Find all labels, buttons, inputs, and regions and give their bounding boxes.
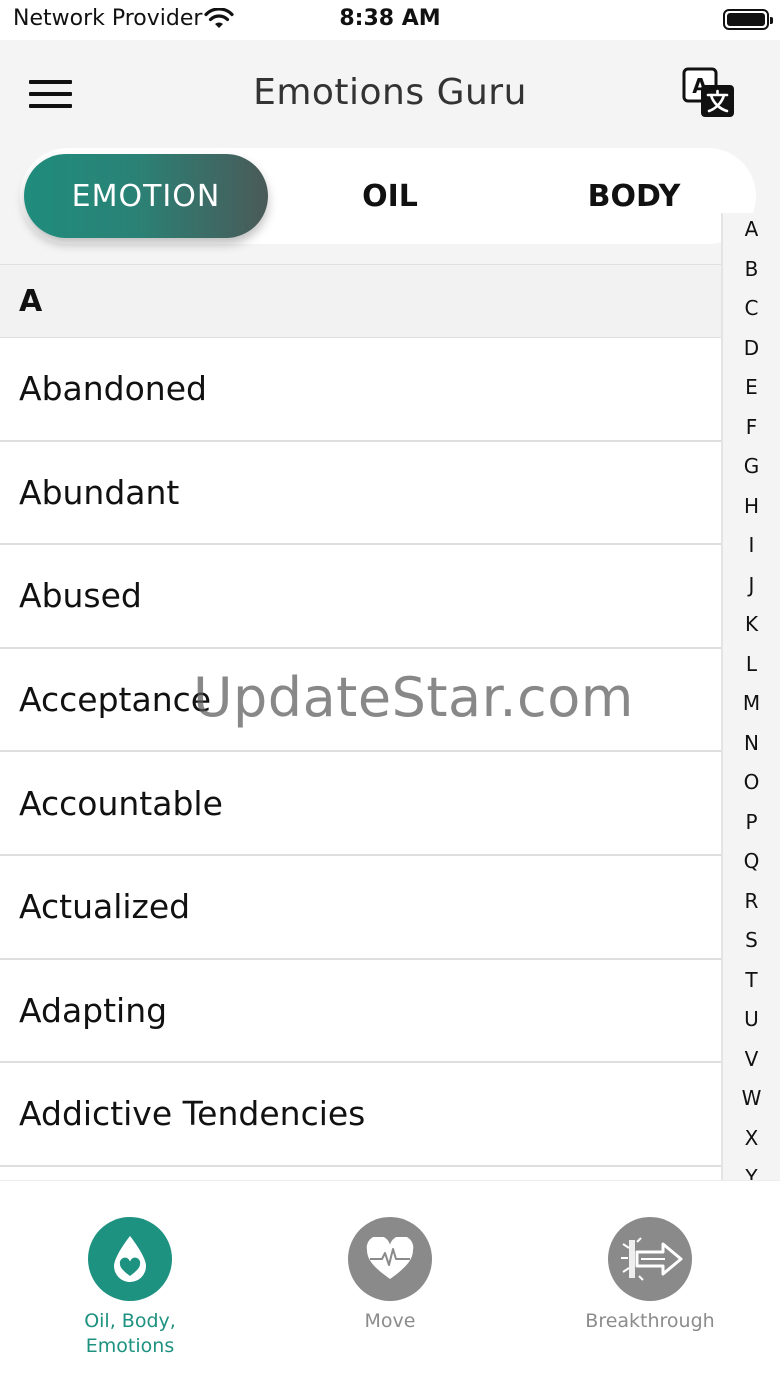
index-letter-f[interactable]: F	[723, 415, 780, 439]
tab-body[interactable]: BODY	[512, 154, 756, 238]
tab-breakthrough[interactable]: Breakthrough	[520, 1181, 780, 1387]
index-letter-d[interactable]: D	[723, 336, 780, 360]
heart-pulse-icon	[348, 1217, 432, 1301]
index-letter-l[interactable]: L	[723, 652, 780, 676]
emotion-list[interactable]: A Abandoned Abundant Abused Acceptance A…	[0, 264, 721, 1180]
index-letter-t[interactable]: T	[723, 968, 780, 992]
status-time: 8:38 AM	[339, 6, 441, 31]
status-bar: Network Provider 8:38 AM	[0, 0, 780, 40]
oil-drop-heart-icon	[88, 1217, 172, 1301]
index-letter-k[interactable]: K	[723, 612, 780, 636]
list-item[interactable]: Abandoned	[0, 338, 721, 442]
index-letter-h[interactable]: H	[723, 494, 780, 518]
index-letter-i[interactable]: I	[723, 533, 780, 557]
tab-label: Move	[364, 1310, 416, 1332]
list-item[interactable]: Accountable	[0, 752, 721, 856]
tab-label-line1: Oil, Body,	[84, 1310, 176, 1332]
index-letter-y[interactable]: Y	[723, 1165, 780, 1180]
section-header: A	[0, 264, 721, 338]
alphabet-index[interactable]: ABCDEFGHIJKLMNOPQRSTUVWXY	[721, 213, 780, 1180]
breakthrough-arrow-icon	[608, 1217, 692, 1301]
list-item[interactable]: Addictive Tendencies	[0, 1063, 721, 1167]
list-item[interactable]: Actualized	[0, 856, 721, 960]
index-letter-u[interactable]: U	[723, 1007, 780, 1031]
app-header: Emotions Guru A EMOTION OIL BODY	[0, 40, 780, 264]
translate-icon[interactable]: A	[682, 67, 736, 119]
tab-move[interactable]: Move	[260, 1181, 520, 1387]
index-letter-a[interactable]: A	[723, 217, 780, 241]
index-letter-g[interactable]: G	[723, 454, 780, 478]
index-letter-v[interactable]: V	[723, 1047, 780, 1071]
list-item[interactable]: Adapting	[0, 960, 721, 1064]
index-letter-x[interactable]: X	[723, 1126, 780, 1150]
bottom-tab-bar: Oil, Body, Emotions Move Breakthrough	[0, 1180, 780, 1387]
tab-label: Breakthrough	[585, 1310, 715, 1332]
segmented-control: EMOTION OIL BODY	[20, 148, 756, 244]
battery-icon	[723, 9, 773, 30]
tab-oil[interactable]: OIL	[268, 154, 512, 238]
index-letter-b[interactable]: B	[723, 257, 780, 281]
tab-label-line2: Emotions	[85, 1335, 175, 1357]
index-letter-q[interactable]: Q	[723, 849, 780, 873]
list-item[interactable]: Abused	[0, 545, 721, 649]
tab-label: Oil, Body, Emotions	[0, 1309, 260, 1359]
tab-emotion[interactable]: EMOTION	[24, 154, 268, 238]
list-item[interactable]: Abundant	[0, 442, 721, 546]
index-letter-r[interactable]: R	[723, 889, 780, 913]
list-item[interactable]: Acceptance	[0, 649, 721, 753]
index-letter-e[interactable]: E	[723, 375, 780, 399]
index-letter-c[interactable]: C	[723, 296, 780, 320]
index-letter-w[interactable]: W	[723, 1086, 780, 1110]
index-letter-o[interactable]: O	[723, 770, 780, 794]
tab-oil-body-emotions[interactable]: Oil, Body, Emotions	[0, 1181, 260, 1387]
page-title: Emotions Guru	[253, 72, 527, 113]
index-letter-j[interactable]: J	[723, 573, 780, 597]
index-letter-p[interactable]: P	[723, 810, 780, 834]
index-letter-m[interactable]: M	[723, 691, 780, 715]
index-letter-s[interactable]: S	[723, 928, 780, 952]
index-letter-n[interactable]: N	[723, 731, 780, 755]
